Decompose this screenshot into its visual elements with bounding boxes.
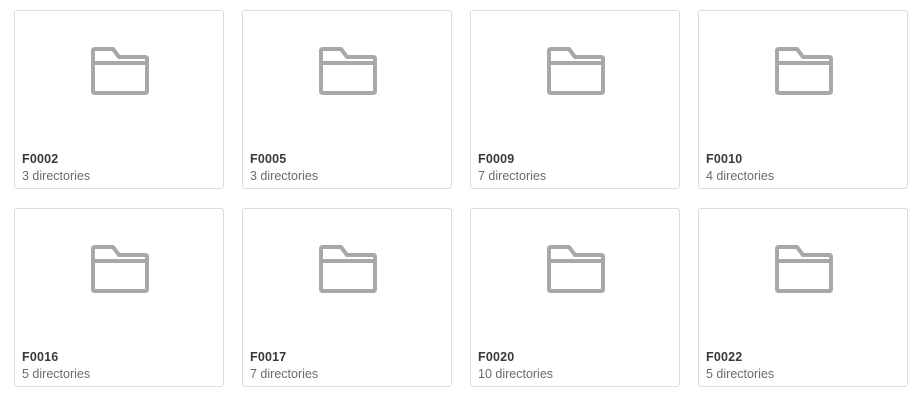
folder-card[interactable]: F0022 5 directories bbox=[698, 208, 908, 387]
folder-count: 7 directories bbox=[478, 169, 547, 183]
folder-icon bbox=[317, 45, 379, 97]
folder-icon bbox=[89, 45, 151, 97]
folder-card[interactable]: F0010 4 directories bbox=[698, 10, 908, 189]
folder-count: 7 directories bbox=[250, 367, 319, 381]
folder-count: 4 directories bbox=[706, 169, 775, 183]
folder-name: F0016 bbox=[22, 350, 59, 364]
folder-icon bbox=[317, 243, 379, 295]
folder-card[interactable]: F0020 10 directories bbox=[470, 208, 680, 387]
folder-icon bbox=[773, 45, 835, 97]
folder-card[interactable]: F0005 3 directories bbox=[242, 10, 452, 189]
folder-card[interactable]: F0016 5 directories bbox=[14, 208, 224, 387]
folder-name: F0022 bbox=[706, 350, 743, 364]
folder-count: 5 directories bbox=[22, 367, 91, 381]
folder-name: F0002 bbox=[22, 152, 59, 166]
folder-card[interactable]: F0009 7 directories bbox=[470, 10, 680, 189]
folder-icon bbox=[545, 243, 607, 295]
folder-name: F0009 bbox=[478, 152, 515, 166]
folder-card[interactable]: F0017 7 directories bbox=[242, 208, 452, 387]
folder-count: 3 directories bbox=[250, 169, 319, 183]
folder-count: 10 directories bbox=[478, 367, 554, 381]
folder-count: 3 directories bbox=[22, 169, 91, 183]
folder-icon bbox=[773, 243, 835, 295]
folder-icon bbox=[89, 243, 151, 295]
folder-name: F0017 bbox=[250, 350, 287, 364]
folder-card[interactable]: F0002 3 directories bbox=[14, 10, 224, 189]
folder-name: F0005 bbox=[250, 152, 287, 166]
folder-name: F0020 bbox=[478, 350, 515, 364]
folder-icon bbox=[545, 45, 607, 97]
folder-name: F0010 bbox=[706, 152, 743, 166]
folder-grid: F0002 3 directories F0005 3 directories … bbox=[0, 0, 920, 401]
folder-count: 5 directories bbox=[706, 367, 775, 381]
